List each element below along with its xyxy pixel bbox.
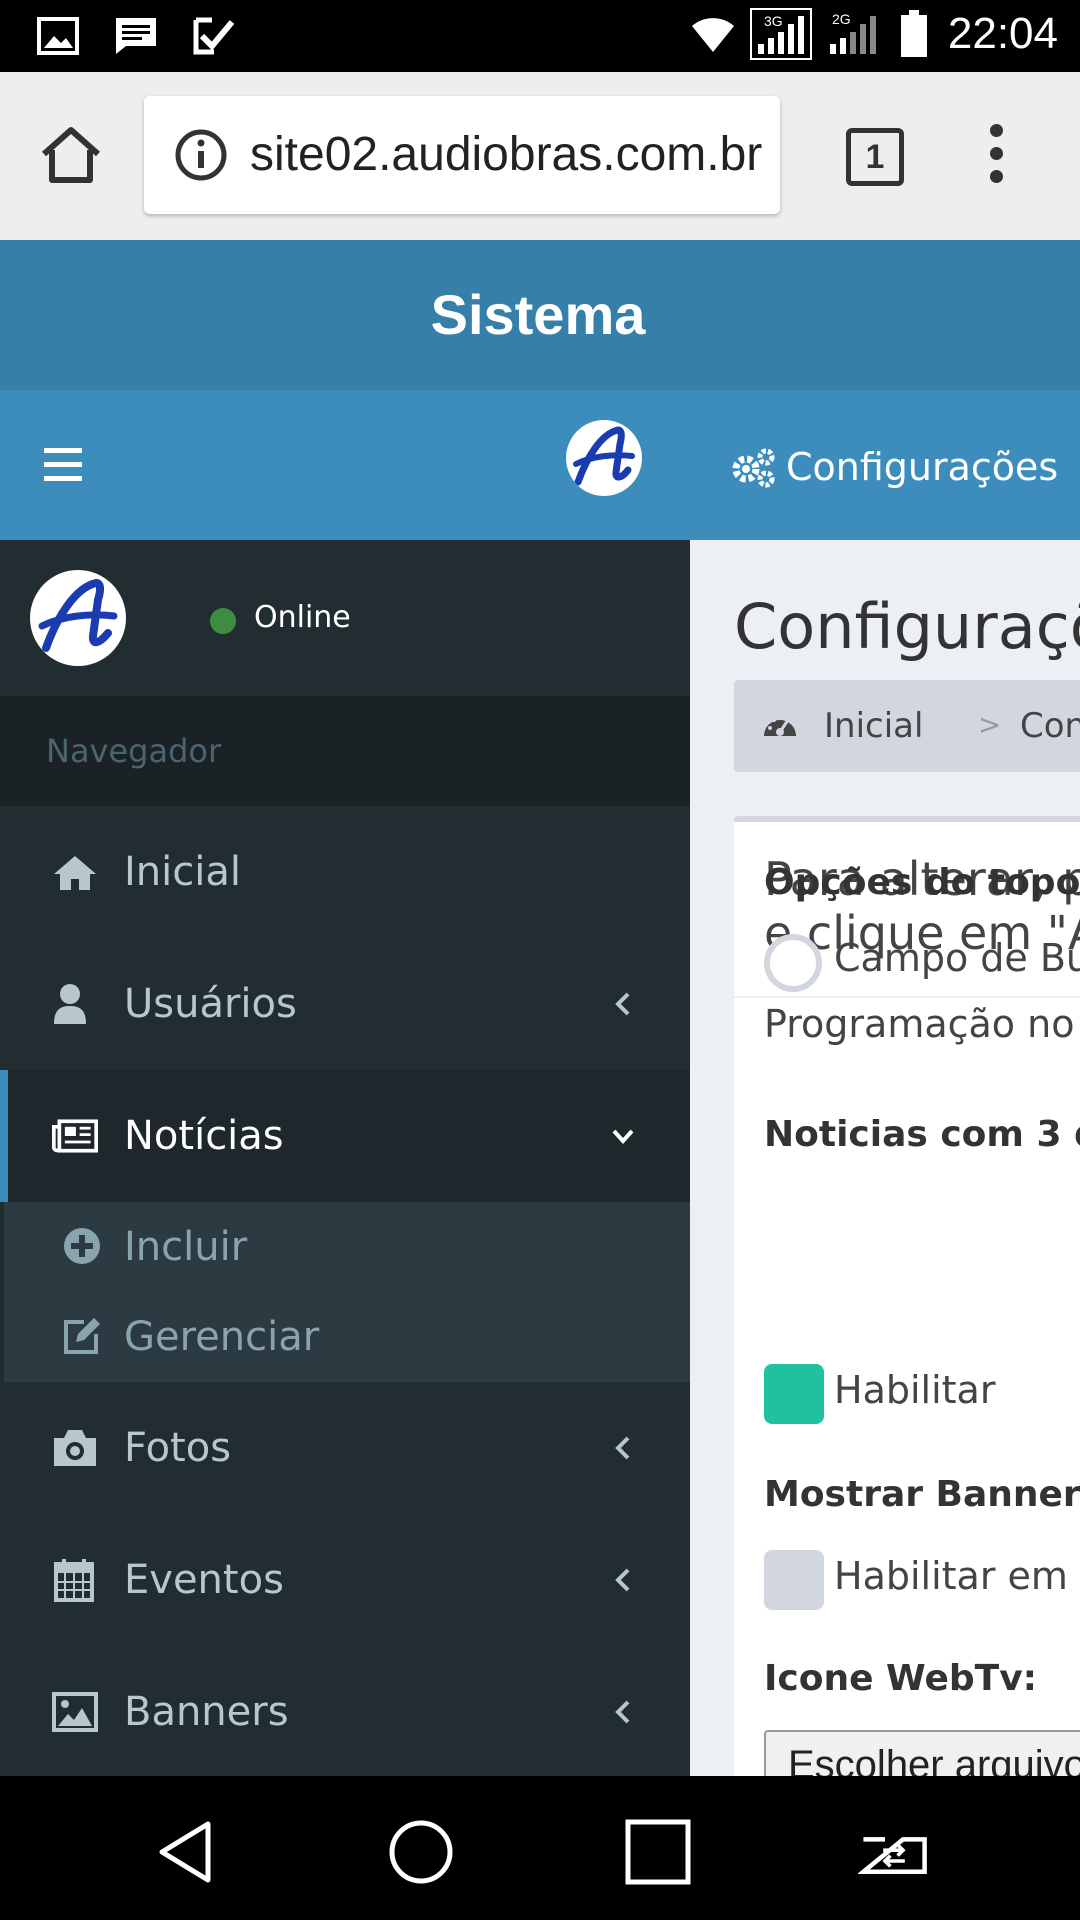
submenu-item-incluir[interactable]: Incluir: [4, 1202, 690, 1292]
banner-enable-checkbox[interactable]: [764, 1550, 824, 1610]
gears-icon: [732, 448, 775, 488]
choose-file-button[interactable]: Escolher arquivo: [764, 1730, 1080, 1776]
news-enable-checkbox[interactable]: [764, 1364, 824, 1424]
top-options-label: Opções do topo: [764, 862, 1080, 903]
clock: 22:04: [947, 9, 1058, 58]
edit-icon: [64, 1318, 100, 1354]
browser-menu-icon[interactable]: [984, 124, 1008, 190]
noticias-submenu: Incluir Gerenciar: [4, 1202, 690, 1382]
camera-icon: [54, 1430, 96, 1466]
settings-link[interactable]: Configurações: [730, 442, 1058, 492]
tab-switcher-button[interactable]: 1: [846, 128, 904, 186]
chevron-left-icon: [615, 1568, 630, 1592]
sidebar-item-label: Fotos: [124, 1425, 232, 1471]
svg-text:2G: 2G: [832, 11, 851, 27]
top-navbar: Configurações: [0, 390, 1080, 540]
user-icon: [54, 984, 86, 1024]
chevron-left-icon: [615, 1700, 630, 1724]
sidebar-item-label: Banners: [124, 1689, 289, 1735]
signal-2g-icon: 2G: [829, 11, 876, 54]
online-status-dot: [210, 608, 236, 634]
dashboard-icon: [764, 714, 796, 736]
sidebar-item-fotos[interactable]: Fotos: [0, 1382, 690, 1514]
user-logo-avatar[interactable]: [566, 420, 642, 496]
sidebar-item-label: Notícias: [124, 1113, 284, 1159]
status-bar: 3G 2G 22:04: [0, 0, 1080, 72]
sidebar-item-inicial[interactable]: Inicial: [0, 806, 690, 938]
sidebar: Online Navegador Inicial Usuários Notíci…: [0, 540, 690, 1776]
info-icon[interactable]: [174, 128, 228, 182]
app-logo-bar[interactable]: Sistema: [0, 240, 1080, 390]
address-bar[interactable]: site02.audiobras.com.br: [144, 96, 780, 214]
search-field-option-label: Campo de Bus: [834, 936, 1080, 980]
chevron-down-icon: [612, 1129, 634, 1144]
audiobras-logo-icon: [573, 426, 635, 486]
dual-window-icon[interactable]: [858, 1816, 930, 1888]
sidebar-item-label: Eventos: [124, 1557, 284, 1603]
recent-apps-icon[interactable]: [622, 1816, 694, 1888]
task-notification-icon: [193, 17, 235, 55]
svg-text:3G: 3G: [764, 13, 783, 29]
url-text[interactable]: site02.audiobras.com.br: [250, 96, 770, 214]
breadcrumb: Inicial > Configu: [734, 680, 1080, 772]
gallery-notification-icon: [37, 17, 79, 55]
android-navigation-bar: [0, 1776, 1080, 1920]
battery-icon: [900, 10, 927, 57]
hamburger-menu-icon[interactable]: [44, 448, 82, 482]
chevron-left-icon: [615, 992, 630, 1016]
main-content: Configuraçõ Inicial > Configu Para alter…: [690, 540, 1080, 1776]
settings-label[interactable]: Configurações: [786, 445, 1058, 489]
chevron-left-icon: [615, 1436, 630, 1460]
sidebar-item-label: Usuários: [124, 981, 297, 1027]
sidebar-header: Navegador: [0, 696, 690, 806]
browser-toolbar: site02.audiobras.com.br 1: [0, 72, 1080, 240]
audiobras-logo-icon: [38, 578, 118, 652]
wifi-icon: [691, 18, 734, 52]
back-icon[interactable]: [150, 1816, 222, 1888]
breadcrumb-home-link[interactable]: Inicial: [824, 680, 923, 772]
online-status-label: Online: [254, 600, 351, 635]
app-title[interactable]: Sistema: [0, 240, 1080, 390]
webtv-label: Icone WebTv:: [764, 1658, 1038, 1699]
user-panel: Online: [0, 540, 690, 696]
programming-option-label: Programação no a: [764, 1002, 1080, 1046]
home-circle-icon[interactable]: [385, 1816, 457, 1888]
sidebar-item-eventos[interactable]: Eventos: [0, 1514, 690, 1646]
sidebar-item-noticias[interactable]: Notícias: [0, 1070, 690, 1202]
search-field-radio[interactable]: [764, 934, 822, 992]
image-icon: [52, 1692, 98, 1732]
banner-enable-label: Habilitar em to: [834, 1554, 1080, 1598]
avatar: [30, 570, 126, 666]
plus-circle-icon: [64, 1228, 100, 1264]
breadcrumb-separator: >: [978, 708, 1002, 741]
news-label: Noticias com 3 de: [764, 1114, 1080, 1155]
news-enable-label: Habilitar: [834, 1368, 996, 1412]
message-notification-icon: [116, 18, 156, 54]
submenu-item-label: Incluir: [124, 1224, 248, 1270]
submenu-item-gerenciar[interactable]: Gerenciar: [4, 1292, 690, 1382]
breadcrumb-current: Configu: [1020, 706, 1080, 746]
calendar-icon: [54, 1559, 94, 1602]
banner-label: Mostrar Banner D: [764, 1474, 1080, 1515]
sidebar-item-usuarios[interactable]: Usuários: [0, 938, 690, 1070]
sidebar-item-label: Inicial: [124, 849, 241, 895]
signal-3g-icon: 3G: [749, 8, 812, 60]
home-icon: [54, 856, 96, 890]
newspaper-icon: [52, 1119, 98, 1153]
page-title: Configuraçõ: [734, 590, 1080, 663]
submenu-item-label: Gerenciar: [124, 1314, 320, 1360]
home-button-icon[interactable]: [38, 122, 104, 188]
sidebar-item-banners[interactable]: Banners: [0, 1646, 690, 1776]
